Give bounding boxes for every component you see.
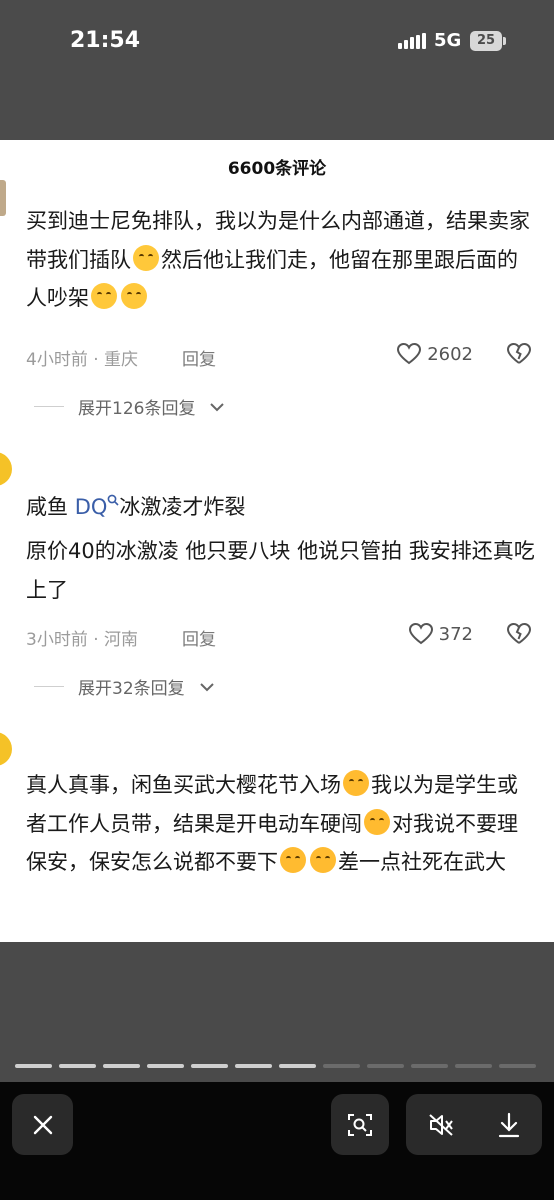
avatar[interactable] — [0, 732, 12, 766]
comment-text: 买到迪士尼免排队，我以为是什么内部通道，结果卖家带我们插队 然后他让我们走，他留在… — [26, 209, 530, 310]
avatar[interactable] — [0, 452, 12, 486]
bottom-toolbar — [0, 1082, 554, 1200]
avatar[interactable] — [0, 180, 6, 216]
search-icon — [107, 494, 119, 506]
comment-header: 咸鱼 DQ 冰激凌才炸裂 — [26, 494, 246, 519]
clock: 21:54 — [70, 28, 141, 53]
comment-time-location: 3小时前 · 河南 — [26, 630, 139, 650]
crying-laughing-emoji — [364, 808, 390, 835]
like-count: 2602 — [427, 343, 473, 365]
heart-icon — [408, 623, 433, 645]
like-button[interactable]: 372 — [408, 623, 473, 645]
broken-heart-icon — [506, 342, 532, 364]
scan-search-icon — [348, 1113, 372, 1136]
crying-laughing-emoji — [310, 847, 336, 873]
expand-replies-button[interactable]: 展开126条回复 — [34, 394, 225, 419]
dislike-button[interactable] — [506, 622, 532, 650]
loudly-crying-emoji — [343, 770, 369, 796]
username[interactable]: 咸鱼 — [26, 495, 68, 519]
close-button[interactable] — [12, 1094, 73, 1155]
comment-sheet: 6600条评论 买到迪士尼免排队，我以为是什么内部通道，结果卖家带我们插队 然后他… — [0, 140, 554, 942]
download-icon[interactable] — [496, 1111, 522, 1139]
heart-icon — [397, 343, 422, 365]
search-link[interactable]: DQ — [75, 494, 120, 519]
grin-sweat-emoji — [133, 244, 159, 271]
comment-meta: 3小时前 · 河南 回复 372 — [26, 622, 532, 653]
comment-meta: 4小时前 · 重庆 回复 2602 — [26, 342, 532, 373]
network-type: 5G — [434, 30, 462, 51]
dislike-button[interactable] — [506, 342, 532, 370]
grin-sweat-emoji — [91, 283, 117, 309]
mute-icon[interactable] — [427, 1112, 455, 1138]
comment-text: 真人真事，闲鱼买武大樱花节入场 我以为是学生或者工作人员带，结果是开电动车硬闯 对我… — [26, 766, 536, 882]
close-icon — [33, 1115, 52, 1134]
chevron-down-icon — [210, 402, 225, 411]
comment-time-location: 4小时前 · 重庆 — [26, 350, 139, 370]
comment-text: 原价40的冰激凌 他只要八块 他说只管拍 我安排还真吃上了 — [26, 539, 535, 602]
reply-button[interactable]: 回复 — [182, 625, 216, 650]
battery-icon: 25 — [470, 31, 506, 51]
expand-replies-button[interactable]: 展开32条回复 — [34, 674, 215, 699]
crying-laughing-emoji — [280, 847, 306, 873]
broken-heart-icon — [506, 622, 532, 644]
status-bar: 21:54 5G 25 — [0, 0, 554, 140]
comment-count-title: 6600条评论 — [227, 159, 327, 179]
image-search-button[interactable] — [331, 1094, 389, 1155]
progress-indicator — [15, 1064, 536, 1068]
media-controls — [406, 1094, 542, 1155]
grin-sweat-emoji — [121, 283, 147, 309]
like-count: 372 — [438, 623, 473, 645]
reply-button[interactable]: 回复 — [182, 345, 216, 370]
signal-icon — [398, 33, 426, 49]
like-button[interactable]: 2602 — [397, 343, 473, 365]
chevron-down-icon — [199, 682, 214, 691]
divider — [34, 406, 64, 407]
divider — [34, 686, 64, 687]
